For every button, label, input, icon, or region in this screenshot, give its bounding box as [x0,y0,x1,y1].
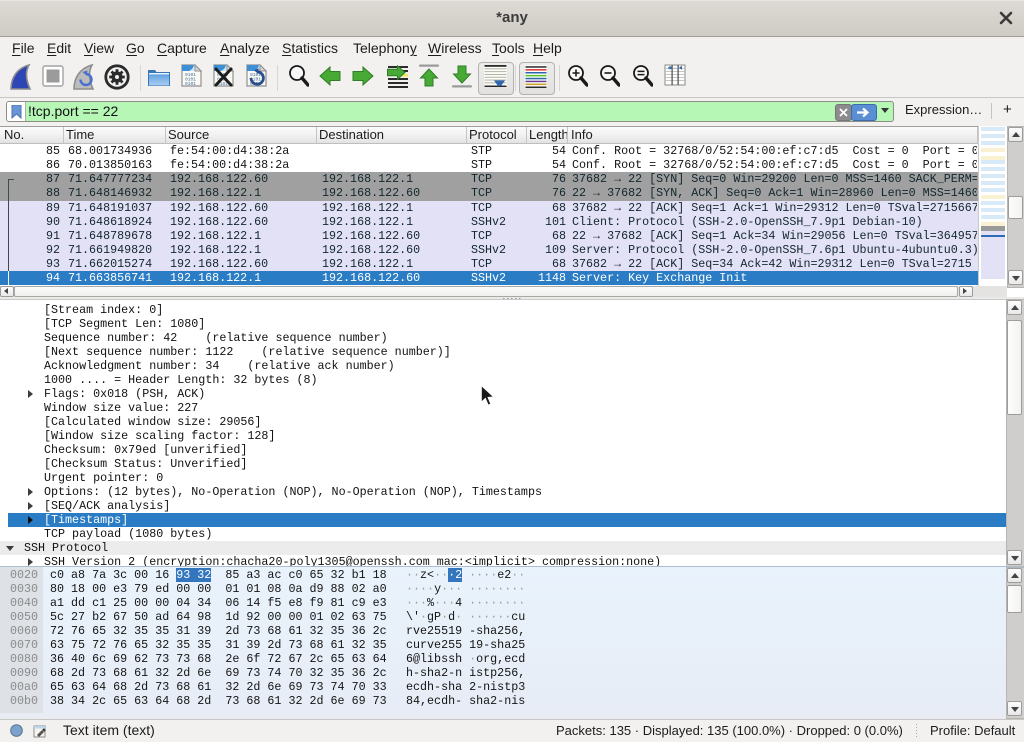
svg-text:0101: 0101 [185,81,196,87]
